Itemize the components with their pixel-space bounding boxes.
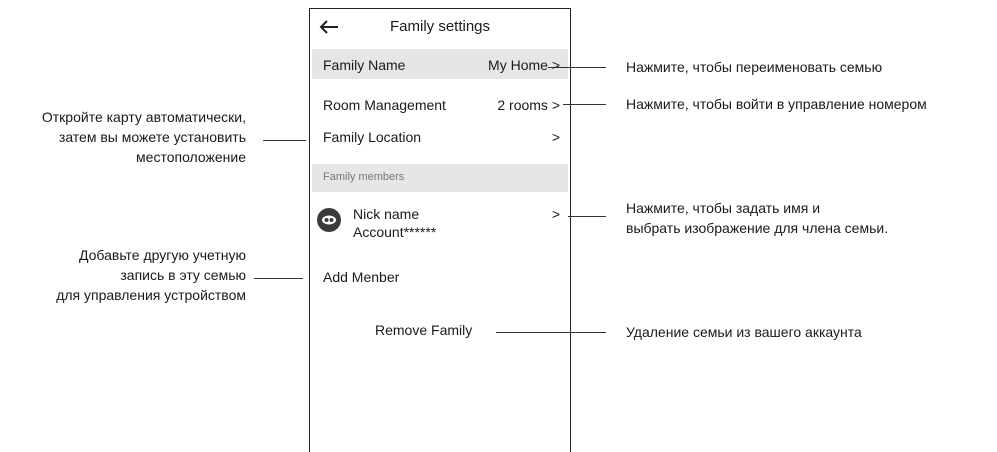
add-member-button[interactable]: Add Menber — [312, 265, 568, 291]
annotation-location: Откройте карту автоматически, затем вы м… — [42, 107, 246, 167]
annotation-location-line: Откройте карту автоматически, — [41, 109, 246, 125]
annotation-add-member-line: для управления устройством — [56, 287, 246, 303]
member-row[interactable]: Nick name Account****** > — [312, 201, 568, 241]
pointer-line — [254, 278, 303, 279]
room-management-label: Room Management — [323, 97, 446, 113]
annotation-add-member-line: Добавьте другую учетную — [78, 247, 246, 263]
chevron-right-icon: > — [551, 129, 560, 145]
pointer-line — [568, 216, 606, 217]
annotation-member: Нажмите, чтобы задать имя и выбрать изоб… — [626, 198, 888, 238]
pointer-line — [548, 67, 606, 68]
annotation-add-member: Добавьте другую учетную запись в эту сем… — [56, 245, 246, 305]
pointer-line — [263, 140, 306, 141]
annotation-location-line: местоположение — [136, 149, 246, 165]
family-location-label: Family Location — [323, 129, 422, 145]
pointer-line — [563, 104, 606, 105]
family-name-label: Family Name — [323, 57, 406, 73]
pointer-line — [496, 332, 606, 333]
annotation-room-management: Нажмите, чтобы войти в управление номеро… — [626, 96, 927, 112]
annotation-member-line: выбрать изображение для члена семьи. — [626, 220, 889, 236]
member-account: Account****** — [353, 224, 437, 240]
remove-family-button[interactable]: Remove Family — [375, 322, 472, 338]
header-bar: Family settings — [310, 9, 570, 47]
annotation-rename: Нажмите, чтобы переименовать семью — [626, 59, 883, 75]
family-name-row[interactable]: Family Name My Home > — [312, 49, 568, 79]
add-member-label: Add Menber — [323, 269, 400, 285]
annotation-location-line: затем вы можете установить — [58, 129, 246, 145]
annotation-add-member-line: запись в эту семью — [120, 267, 246, 283]
family-location-row[interactable]: Family Location > — [312, 121, 568, 151]
room-management-value: 2 rooms > — [497, 97, 560, 113]
member-name: Nick name — [353, 206, 420, 222]
page-title: Family settings — [389, 18, 491, 35]
annotation-member-line: Нажмите, чтобы задать имя и — [626, 200, 821, 216]
chevron-right-icon: > — [551, 206, 560, 222]
phone-screen: Family settings Family Name My Home > Ro… — [309, 8, 571, 452]
family-name-value: My Home > — [488, 57, 560, 73]
member-avatar-icon — [317, 208, 341, 232]
family-members-section: Family members — [312, 164, 568, 192]
annotation-remove-family: Удаление семьи из вашего аккаунта — [626, 324, 862, 340]
room-management-row[interactable]: Room Management 2 rooms > — [312, 89, 568, 119]
section-title: Family members — [323, 171, 405, 183]
